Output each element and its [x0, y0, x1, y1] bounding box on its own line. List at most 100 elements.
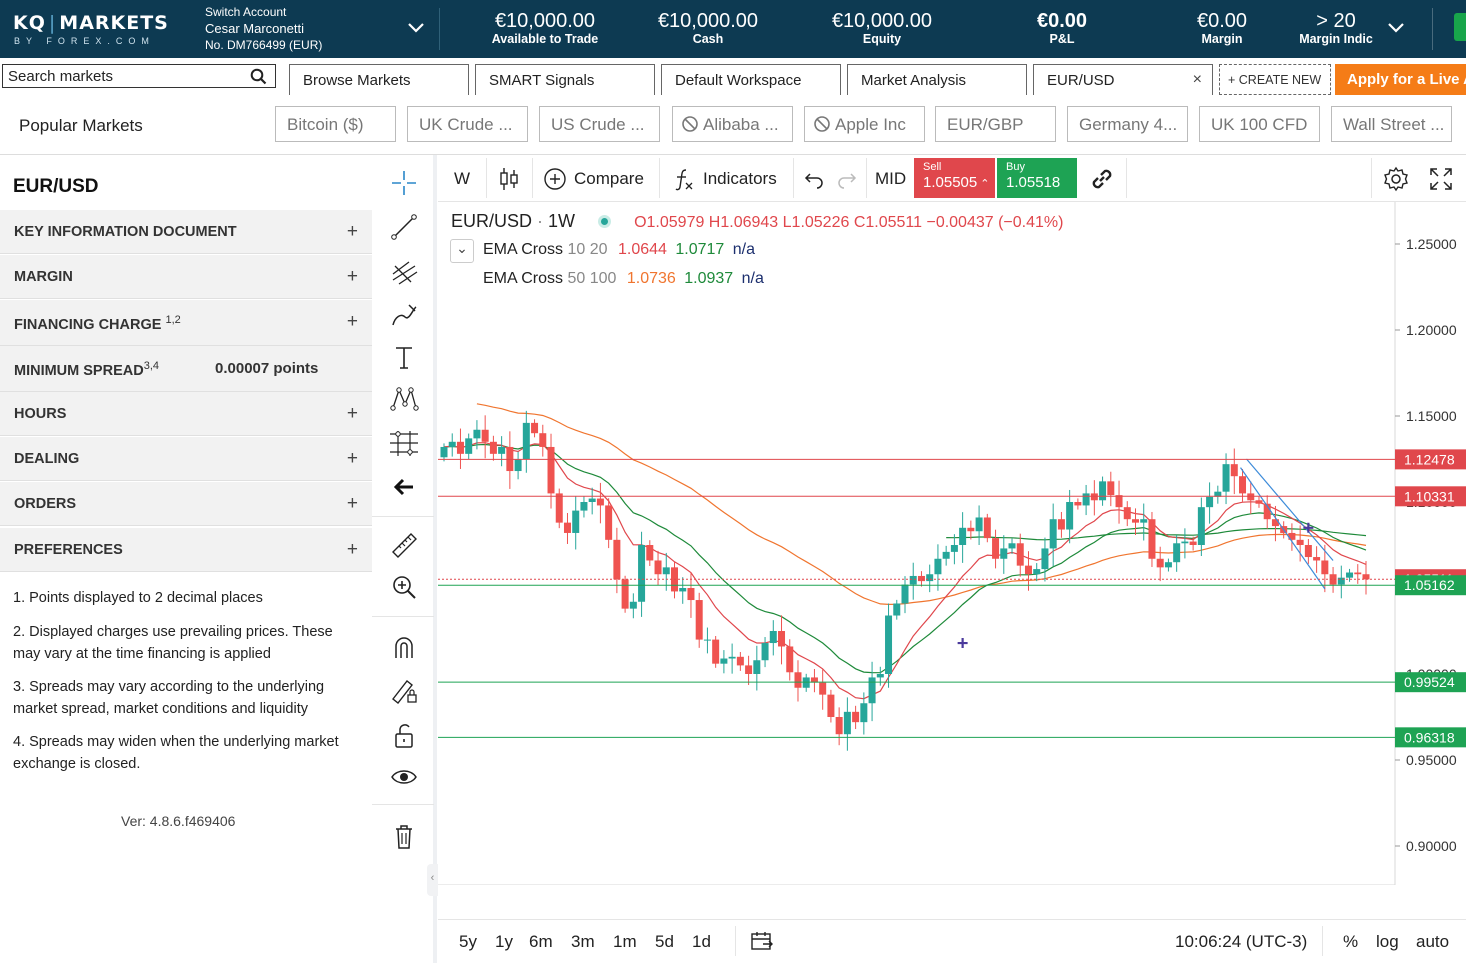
position-tool-icon[interactable] [386, 426, 422, 460]
chevron-down-icon[interactable] [1386, 20, 1406, 36]
accordion-hours[interactable]: HOURS + [0, 392, 372, 436]
candle-body [539, 433, 547, 447]
plus-icon[interactable]: + [347, 221, 358, 243]
link-icon[interactable] [1088, 155, 1116, 202]
stat-equity: €10,000.00 Equity [831, 10, 933, 46]
undo-icon[interactable] [803, 155, 825, 202]
candle-body [1206, 496, 1214, 508]
account-switcher[interactable]: Switch Account Cesar Marconetti No. DM76… [205, 4, 322, 54]
price-chart[interactable]: 1.250001.200001.150001.100001.050001.000… [438, 202, 1466, 885]
market-title: EUR/USD [13, 176, 99, 197]
auto-scale-toggle[interactable]: auto [1416, 932, 1449, 952]
candles-icon[interactable] [498, 155, 520, 202]
price-type-button[interactable]: MID [875, 155, 906, 202]
zoom-in-icon[interactable] [386, 570, 422, 604]
popular-market-item[interactable]: Apple Inc [804, 106, 925, 142]
plus-icon[interactable]: + [347, 266, 358, 288]
log-scale-toggle[interactable]: log [1376, 932, 1399, 952]
candle-body [967, 527, 975, 532]
lock-drawing-icon[interactable] [386, 673, 422, 707]
close-icon[interactable]: × [1193, 71, 1202, 89]
compare-button[interactable]: Compare [543, 155, 644, 202]
gear-icon[interactable] [1382, 155, 1410, 202]
plus-icon[interactable]: + [347, 311, 358, 333]
crosshair-icon[interactable] [386, 166, 422, 200]
unlock-icon[interactable] [386, 718, 422, 752]
range-1m[interactable]: 1m [613, 932, 637, 952]
range-1d[interactable]: 1d [692, 932, 711, 952]
buy-button[interactable]: Buy 1.05518 [997, 158, 1077, 198]
magnet-icon[interactable] [386, 630, 422, 664]
accordion-preferences[interactable]: PREFERENCES + [0, 528, 372, 572]
text-tool-icon[interactable] [386, 340, 422, 374]
create-new-tab-button[interactable]: + CREATE NEW [1219, 64, 1331, 95]
interval-button[interactable]: W [454, 155, 470, 202]
ruler-icon[interactable] [386, 528, 422, 562]
fullscreen-icon[interactable] [1428, 155, 1454, 202]
search-input[interactable]: Search markets [2, 64, 276, 88]
candle-body [703, 639, 711, 641]
range-6m[interactable]: 6m [529, 932, 553, 952]
popular-market-item[interactable]: Bitcoin ($) [275, 106, 396, 142]
plus-icon[interactable]: + [347, 448, 358, 470]
percent-scale-toggle[interactable]: % [1343, 932, 1358, 952]
sell-button[interactable]: Sell 1.05505 ⌃ [914, 158, 995, 198]
footnote: 4. Spreads may widen when the underlying… [13, 734, 339, 772]
brush-icon[interactable] [386, 297, 422, 331]
popular-market-item[interactable]: UK 100 CFD [1199, 106, 1320, 142]
indicators-button[interactable]: Indicators [673, 155, 777, 202]
trash-icon[interactable] [386, 819, 422, 853]
popular-market-item[interactable]: US Crude ... [539, 106, 660, 142]
arrow-left-icon[interactable] [386, 470, 422, 504]
ema-cross-legend-1[interactable]: EMA Cross 10 20 1.0644 1.0717 n/a [483, 241, 755, 259]
candle-body [1033, 569, 1041, 575]
accordion-dealing[interactable]: DEALING + [0, 437, 372, 481]
candle-body [819, 682, 827, 695]
tab-smart-signals[interactable]: SMART Signals [475, 64, 655, 95]
accordion-margin[interactable]: MARGIN + [0, 255, 372, 299]
candle-body [769, 631, 777, 644]
tab-eurusd-label: EUR/USD [1047, 72, 1115, 89]
pattern-tool-icon[interactable] [386, 382, 422, 416]
fib-tool-icon[interactable] [386, 254, 422, 288]
trend-line-icon[interactable] [386, 210, 422, 244]
chevron-down-icon[interactable] [406, 20, 426, 36]
tab-default-workspace[interactable]: Default Workspace [661, 64, 841, 95]
candle-body [893, 603, 901, 616]
accordion-financing-charge[interactable]: FINANCING CHARGE 1,2 + [0, 300, 372, 346]
candle-body [654, 560, 662, 575]
redo-icon[interactable] [836, 155, 858, 202]
search-icon[interactable] [250, 68, 267, 85]
eye-icon[interactable] [386, 760, 422, 794]
accordion-key-information[interactable]: KEY INFORMATION DOCUMENT + [0, 210, 372, 254]
candle-body [975, 517, 983, 532]
popular-market-item[interactable]: Germany 4... [1067, 106, 1188, 142]
tab-market-analysis[interactable]: Market Analysis [847, 64, 1027, 95]
plus-icon[interactable]: + [347, 493, 358, 515]
accordion-orders[interactable]: ORDERS + [0, 482, 372, 526]
popular-market-item[interactable]: EUR/GBP [935, 106, 1056, 142]
collapse-panel-button[interactable]: ‹ [427, 864, 438, 896]
range-5d[interactable]: 5d [655, 932, 674, 952]
date-range-icon[interactable] [750, 930, 774, 957]
candle-body [514, 459, 522, 472]
legend-collapse-button[interactable]: ⌄ [450, 239, 474, 263]
plus-icon[interactable]: + [347, 403, 358, 425]
range-1y[interactable]: 1y [495, 932, 513, 952]
version-label: Ver: 4.8.6.f469406 [121, 813, 236, 829]
range-3m[interactable]: 3m [571, 932, 595, 952]
range-5y[interactable]: 5y [459, 932, 477, 952]
plus-icon[interactable]: + [347, 539, 358, 561]
popular-market-item[interactable]: Alibaba ... [672, 106, 793, 142]
clock-time[interactable]: 10:06:24 (UTC-3) [1175, 932, 1307, 952]
popular-market-item[interactable]: UK Crude ... [407, 106, 528, 142]
apply-live-account-button[interactable]: Apply for a Live A [1335, 64, 1466, 95]
candle-body [1164, 562, 1172, 568]
popular-market-item[interactable]: Wall Street ... [1331, 106, 1452, 142]
tab-eurusd[interactable]: EUR/USD × [1033, 64, 1213, 95]
ema-cross-legend-2[interactable]: EMA Cross 50 100 1.0736 1.0937 n/a [483, 270, 764, 288]
candle-body [687, 588, 695, 601]
candle-body [1189, 541, 1197, 545]
candle-body [638, 545, 646, 602]
tab-browse-markets[interactable]: Browse Markets [289, 64, 469, 95]
